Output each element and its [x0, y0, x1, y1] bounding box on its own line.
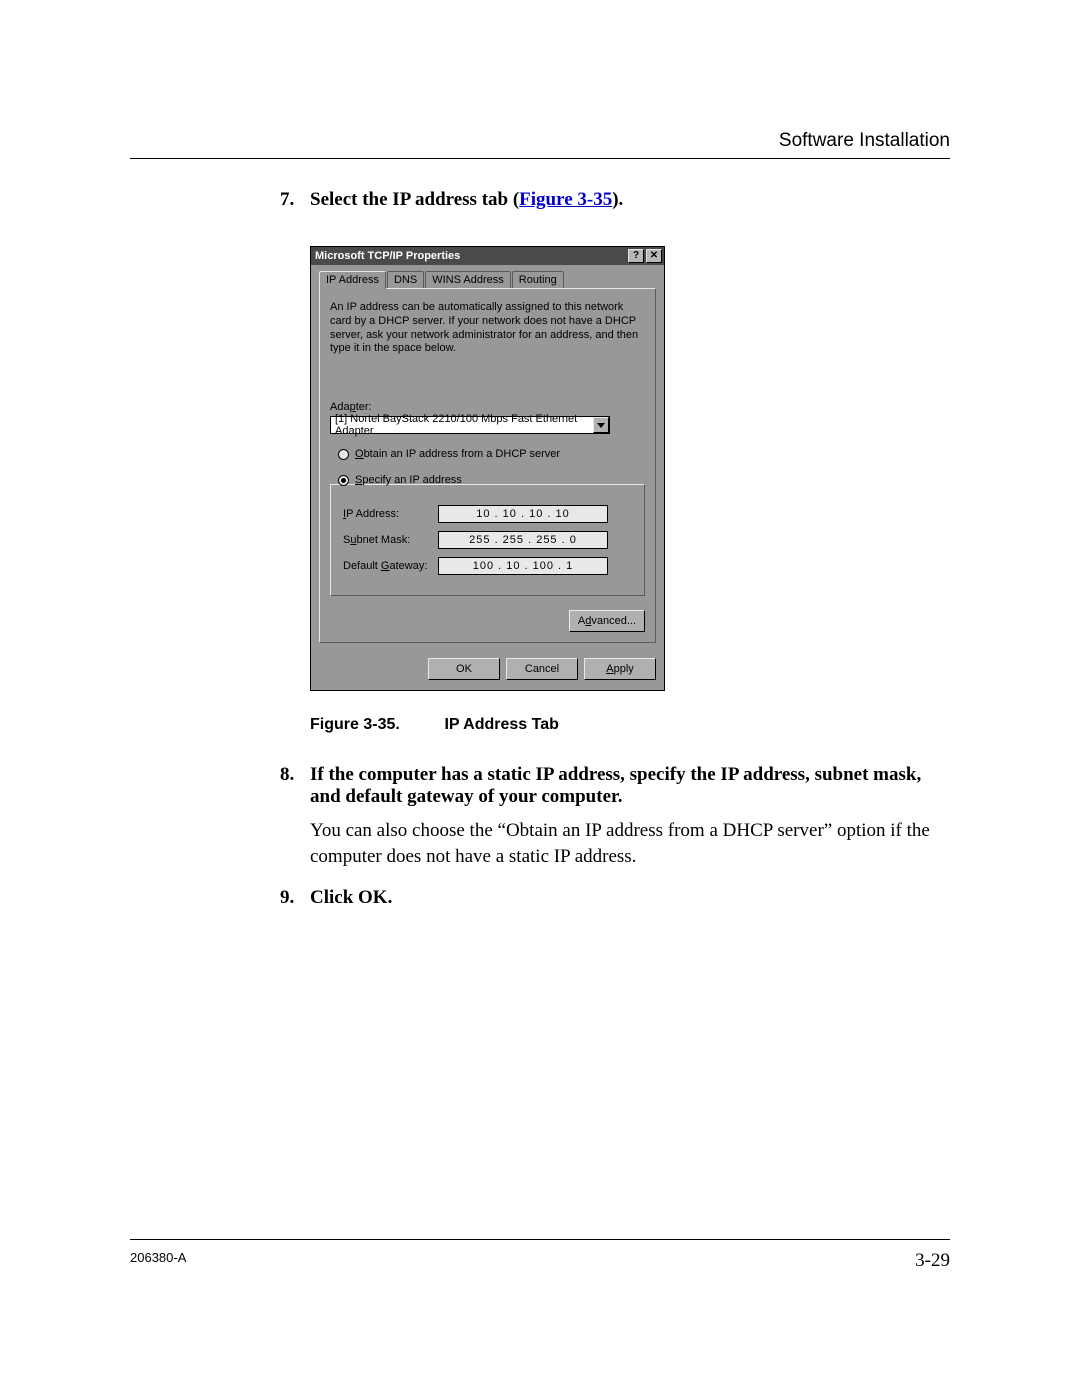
tab-ip-address[interactable]: IP Address — [319, 271, 386, 289]
figure-caption: Figure 3-35. IP Address Tab — [310, 716, 940, 734]
apply-button[interactable]: Apply — [584, 658, 656, 680]
dialog-titlebar: Microsoft TCP/IP Properties ? ✕ — [311, 247, 664, 265]
step-9-bold: Click OK. — [310, 887, 940, 909]
subnet-mask-row: Subnet Mask: — [343, 531, 632, 549]
tab-strip: IP Address DNS WINS Address Routing — [311, 265, 664, 289]
step-8-body: You can also choose the “Obtain an IP ad… — [310, 818, 940, 869]
figure-label: Figure 3-35. — [310, 716, 440, 734]
dialog-title: Microsoft TCP/IP Properties — [315, 250, 460, 262]
page-content: Software Installation 7. Select the IP a… — [130, 130, 950, 927]
ip-group: IP Address: Subnet Mask: Default Gateway… — [330, 484, 645, 596]
step-number: 7. — [280, 189, 310, 211]
advanced-button[interactable]: Advanced... — [569, 610, 645, 632]
step-text: Select the IP address tab (Figure 3-35). — [310, 189, 940, 211]
default-gateway-row: Default Gateway: — [343, 557, 632, 575]
main-content: 7. Select the IP address tab (Figure 3-3… — [280, 189, 940, 909]
tab-dns[interactable]: DNS — [387, 271, 424, 289]
step-8-bold: If the computer has a static IP address,… — [310, 764, 940, 808]
step-7-prefix: Select the IP address tab ( — [310, 189, 519, 210]
step-7: 7. Select the IP address tab (Figure 3-3… — [280, 189, 940, 211]
dialog-button-row: OK Cancel Apply — [311, 652, 664, 690]
subnet-mask-label: Subnet Mask: — [343, 534, 438, 546]
step-number: 8. — [280, 764, 310, 869]
step-number: 9. — [280, 887, 310, 909]
default-gateway-label: Default Gateway: — [343, 560, 438, 572]
tcpip-properties-dialog: Microsoft TCP/IP Properties ? ✕ IP Addre… — [310, 246, 665, 691]
figure-3-35: Microsoft TCP/IP Properties ? ✕ IP Addre… — [310, 246, 940, 691]
page-footer: 206380-A 3-29 — [130, 1239, 950, 1272]
step-7-suffix: ). — [612, 189, 623, 210]
ip-address-label: IP Address: — [343, 508, 438, 520]
chevron-down-icon[interactable] — [593, 417, 609, 433]
ip-address-input[interactable] — [438, 505, 608, 523]
advanced-row: Advanced... — [330, 610, 645, 632]
close-button[interactable]: ✕ — [646, 249, 662, 263]
ok-button[interactable]: OK — [428, 658, 500, 680]
figure-link[interactable]: Figure 3-35 — [519, 189, 612, 210]
radio-obtain-dhcp[interactable]: Obtain an IP address from a DHCP server — [338, 448, 645, 460]
ip-address-row: IP Address: — [343, 505, 632, 523]
panel-description: An IP address can be automatically assig… — [330, 301, 645, 356]
section-title: Software Installation — [130, 130, 950, 152]
help-button[interactable]: ? — [628, 249, 644, 263]
radio-obtain-label: Obtain an IP address from a DHCP server — [355, 448, 560, 460]
cancel-button[interactable]: Cancel — [506, 658, 578, 680]
radio-icon — [338, 475, 349, 486]
adapter-dropdown[interactable]: [1] Nortel BayStack 2210/100 Mbps Fast E… — [330, 416, 610, 434]
tab-wins[interactable]: WINS Address — [425, 271, 511, 289]
default-gateway-input[interactable] — [438, 557, 608, 575]
radio-specify-label: Specify an IP address — [355, 474, 462, 486]
document-id: 206380-A — [130, 1250, 186, 1272]
step-9: 9. Click OK. — [280, 887, 940, 909]
page-header: Software Installation — [130, 130, 950, 159]
adapter-value: [1] Nortel BayStack 2210/100 Mbps Fast E… — [331, 413, 593, 437]
adapter-label: Adapter: — [330, 401, 645, 413]
figure-caption-text: IP Address Tab — [444, 716, 558, 733]
step-8: 8. If the computer has a static IP addre… — [280, 764, 940, 869]
ip-tab-panel: An IP address can be automatically assig… — [319, 288, 656, 643]
subnet-mask-input[interactable] — [438, 531, 608, 549]
tab-routing[interactable]: Routing — [512, 271, 564, 289]
page-number: 3-29 — [915, 1250, 950, 1272]
step-text: If the computer has a static IP address,… — [310, 764, 940, 869]
radio-icon — [338, 449, 349, 460]
